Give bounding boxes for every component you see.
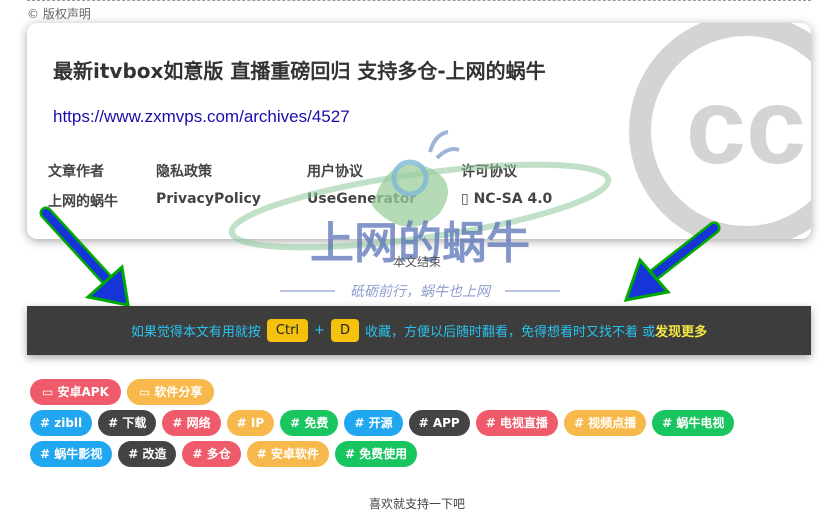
tag-row1-0[interactable]: # zibll [30,410,93,436]
discover-more-link[interactable]: 发现更多 [655,321,707,340]
bookmark-tip-bar: 如果觉得本文有用就按 Ctrl + D 收藏，方便以后随时翻看，免得想看时又找不… [27,306,811,355]
tag-row1-9[interactable]: # 蜗牛电视 [652,410,735,436]
top-divider [27,0,811,1]
support-text: 喜欢就支持一下吧 [368,497,465,511]
tag-row-2: # 蜗牛影视 # 改造 # 多仓 # 安卓软件 # 免费使用 [30,441,418,467]
tip-suffix: 收藏，方便以后随时翻看，免得想看时又找不着 或 [364,325,656,340]
article-title: 最新itvbox如意版 直播重磅回归 支持多仓-上网的蜗牛 [53,59,546,83]
snail-watermark-logo: 上网的蜗牛 砥砺前行，蜗牛也上网 [228,130,612,300]
tag-row1-8[interactable]: # 视频点播 [563,410,647,436]
ctrl-key-badge: Ctrl [266,319,309,342]
left-arrow-icon [39,206,130,307]
watermark-slogan: 砥砺前行，蜗牛也上网 [350,284,492,300]
tag-row-1: # zibll # 下载 # 网络 # IP # 免费 # 开源 # APP # 电视直播 # … [30,410,735,436]
copyright-label: © 版权声明 [27,7,91,21]
tag-row1-6[interactable]: # APP [408,410,470,436]
right-arrow-icon [623,221,721,302]
tip-plus: + [314,323,325,338]
tag-row1-5[interactable]: # 开源 [344,410,403,436]
tag-row1-1[interactable]: # 下载 [98,410,157,436]
tip-prefix: 如果觉得本文有用就按 [130,325,261,340]
d-key-badge: D [330,319,359,342]
tag-row1-4[interactable]: # 免费 [280,410,339,436]
category-software[interactable]: ▭ 软件分享 [126,379,215,405]
tag-row2-1[interactable]: # 改造 [118,441,177,467]
tag-row1-2[interactable]: # 网络 [162,410,221,436]
svg-text:cc: cc [686,65,806,186]
meta-author-label: 文章作者 [48,164,104,180]
creative-commons-icon: cc [629,23,811,239]
article-url-link[interactable]: https://www.zxmvps.com/archives/4527 [53,107,350,127]
tag-row2-4[interactable]: # 免费使用 [334,441,418,467]
tag-row2-2[interactable]: # 多仓 [182,441,241,467]
tag-row1-3[interactable]: # IP [226,410,275,436]
category-apk[interactable]: ▭ 安卓APK [30,379,121,405]
folder-icon: ▭ [138,385,155,399]
tag-row2-3[interactable]: # 安卓软件 [246,441,329,467]
tag-row1-7[interactable]: # 电视直播 [475,410,558,436]
tag-row2-0[interactable]: # 蜗牛影视 [30,441,113,467]
category-row: ▭ 安卓APK ▭ 软件分享 [30,379,215,405]
folder-icon: ▭ [42,385,58,399]
meta-author: 文章作者 上网的蜗牛 [48,161,118,211]
